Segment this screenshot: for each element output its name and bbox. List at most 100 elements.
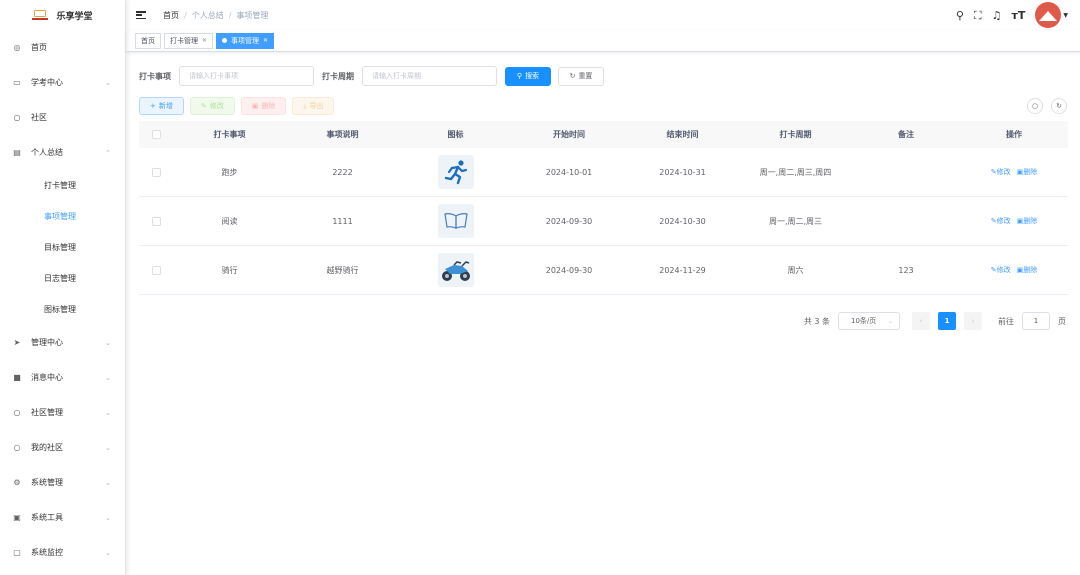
table-row[interactable]: 阅读 1111 2024-09-30 2024-10-30 周一,周二,周三 ✎… xyxy=(139,197,1068,246)
chevron-right-icon: › xyxy=(971,317,975,325)
chevron-down-icon: ⌄ xyxy=(105,443,111,452)
tag-label: 首页 xyxy=(141,36,155,45)
chevron-down-icon: ⌄ xyxy=(105,78,111,87)
breadcrumb-home[interactable]: 首页 xyxy=(163,10,179,21)
hamburger-icon[interactable] xyxy=(136,11,146,19)
breadcrumb-separator: / xyxy=(228,10,232,20)
column-header: 结束时间 xyxy=(666,130,699,139)
sidebar-item-messages[interactable]: ■ 消息中心 ⌄ xyxy=(0,360,125,395)
avatar[interactable] xyxy=(1035,2,1062,28)
export-button[interactable]: ⤓ 导出 xyxy=(292,97,335,115)
prev-page-button[interactable]: ‹ xyxy=(912,312,930,330)
sidebar-item-my-community[interactable]: ○ 我的社区 ⌄ xyxy=(0,430,125,465)
sidebar-subitem-icons[interactable]: 图标管理 xyxy=(0,294,125,325)
header-actions: ⚲ ⛶ ♫ тT ▼ xyxy=(956,0,1068,30)
breadcrumb-current: 事项管理 xyxy=(236,10,269,20)
column-header: 打卡周期 xyxy=(779,130,812,139)
caret-down-icon[interactable]: ▼ xyxy=(1063,12,1068,19)
sidebar-item-label: 消息中心 xyxy=(31,373,63,382)
fullscreen-icon[interactable]: ⛶ xyxy=(974,10,982,21)
bell-icon[interactable]: ♫ xyxy=(992,10,1002,21)
goto-page-input[interactable]: 1 xyxy=(1022,312,1050,330)
logo-icon xyxy=(32,9,49,21)
page-number-current[interactable]: 1 xyxy=(938,312,956,330)
refresh-icon: ↻ xyxy=(1056,102,1062,110)
refresh-button[interactable]: ↻ xyxy=(1051,98,1067,114)
row-edit-link[interactable]: ✎修改 xyxy=(991,265,1011,275)
row-checkbox[interactable] xyxy=(151,167,161,177)
my-community-icon: ○ xyxy=(13,443,21,452)
sidebar-item-community-manage[interactable]: ○ 社区管理 ⌄ xyxy=(0,395,125,430)
row-edit-link[interactable]: ✎修改 xyxy=(991,216,1011,226)
delete-button[interactable]: ▣ 删除 xyxy=(240,97,287,115)
cell-icon xyxy=(399,148,512,196)
community-icon: ○ xyxy=(13,113,21,122)
table-row[interactable]: 骑行 越野骑行 2024-09-30 2024-11-29 周六 123 ✎修改… xyxy=(139,246,1068,295)
chevron-down-icon: ⌄ xyxy=(887,317,893,325)
app-logo[interactable]: 乐享学堂 xyxy=(0,0,125,30)
sidebar-item-home[interactable]: ◎ 首页 xyxy=(0,30,125,65)
tag-checkin[interactable]: 打卡管理 ✕ xyxy=(164,32,214,49)
page-suffix: 页 xyxy=(1058,316,1066,326)
sidebar-item-label: 首页 xyxy=(31,43,47,52)
search-icon: ○ xyxy=(1031,102,1039,110)
close-icon[interactable]: ✕ xyxy=(202,37,207,44)
font-size-icon[interactable]: тT xyxy=(1011,10,1025,21)
sidebar-item-study-center[interactable]: ▭ 学考中心 ⌄ xyxy=(0,65,125,100)
row-delete-link[interactable]: ▣删除 xyxy=(1017,265,1038,275)
sidebar-item-management[interactable]: ➤ 管理中心 ⌄ xyxy=(0,325,125,360)
cell-remark xyxy=(852,148,960,196)
edit-button[interactable]: ✎ 修改 xyxy=(189,97,235,115)
cell-desc: 越野骑行 xyxy=(326,265,359,275)
period-input[interactable]: 请输入打卡周期 xyxy=(362,66,497,86)
toggle-search-button[interactable]: ○ xyxy=(1027,98,1043,114)
sidebar-subitem-checkin[interactable]: 打卡管理 xyxy=(0,170,125,201)
sidebar-subitem-items[interactable]: 事项管理 xyxy=(0,201,125,232)
tag-items[interactable]: 事项管理 ✕ xyxy=(216,32,275,49)
sidebar-subitem-goals[interactable]: 目标管理 xyxy=(0,232,125,263)
search-button[interactable]: ⚲ 搜索 xyxy=(505,66,551,86)
add-button-label: 新增 xyxy=(158,102,173,110)
sidebar-item-label: 系统监控 xyxy=(31,548,63,557)
cell-actions: ✎修改 ▣删除 xyxy=(960,246,1068,294)
community-manage-icon: ○ xyxy=(13,408,21,417)
sidebar: 乐享学堂 ◎ 首页 ▭ 学考中心 ⌄ ○ 社区 ▤ 个人总结 ⌃ 打卡管理 事项… xyxy=(0,0,126,575)
next-page-button[interactable]: › xyxy=(964,312,982,330)
sidebar-subitem-logs[interactable]: 日志管理 xyxy=(0,263,125,294)
tag-home[interactable]: 首页 xyxy=(135,32,161,49)
reset-button[interactable]: ↻ 重置 xyxy=(558,66,604,86)
row-edit-label: 修改 xyxy=(996,266,1011,274)
close-icon[interactable]: ✕ xyxy=(263,37,268,44)
sidebar-item-system-manage[interactable]: ⚙ 系统管理 ⌄ xyxy=(0,465,125,500)
search-icon[interactable]: ⚲ xyxy=(956,10,964,21)
cell-period: 周六 xyxy=(787,265,804,275)
download-icon: ⤓ xyxy=(303,101,307,110)
pagination-total: 共 3 条 xyxy=(803,316,830,326)
item-input[interactable]: 请输入打卡事项 xyxy=(179,66,314,86)
settings-icon: ⚙ xyxy=(13,478,21,487)
breadcrumb-separator: / xyxy=(184,10,187,20)
reset-button-label: 重置 xyxy=(578,72,593,80)
row-delete-link[interactable]: ▣删除 xyxy=(1017,167,1038,177)
row-delete-link[interactable]: ▣删除 xyxy=(1017,216,1038,226)
row-checkbox[interactable] xyxy=(151,265,161,275)
cell-desc: 1111 xyxy=(332,216,353,226)
item-label: 打卡事项 xyxy=(139,71,171,81)
sidebar-item-system-tools[interactable]: ▣ 系统工具 ⌄ xyxy=(0,500,125,535)
search-form: 打卡事项 请输入打卡事项 打卡周期 请输入打卡周期 ⚲ 搜索 ↻ 重置 xyxy=(139,66,604,86)
monitor-icon: ▭ xyxy=(13,78,21,87)
select-all-checkbox[interactable] xyxy=(151,130,161,139)
row-checkbox[interactable] xyxy=(151,216,161,226)
sidebar-item-personal-summary[interactable]: ▤ 个人总结 ⌃ xyxy=(0,135,125,170)
sidebar-item-label: 个人总结 xyxy=(31,148,63,157)
page-size-select[interactable]: 10条/页 ⌄ xyxy=(838,312,900,330)
add-button[interactable]: + 新增 xyxy=(139,97,184,115)
cell-period: 周一,周二,周三 xyxy=(768,216,823,226)
tools-icon: ▣ xyxy=(13,513,21,522)
sidebar-item-community[interactable]: ○ 社区 xyxy=(0,100,125,135)
sidebar-item-system-monitor[interactable]: ▢ 系统监控 ⌄ xyxy=(0,535,125,570)
row-edit-link[interactable]: ✎修改 xyxy=(991,167,1011,177)
period-label: 打卡周期 xyxy=(322,71,354,81)
search-button-label: 搜索 xyxy=(525,72,540,80)
table-row[interactable]: 跑步 2222 2024-10-01 2024-10-31 周一,周二,周三,周… xyxy=(139,148,1068,197)
